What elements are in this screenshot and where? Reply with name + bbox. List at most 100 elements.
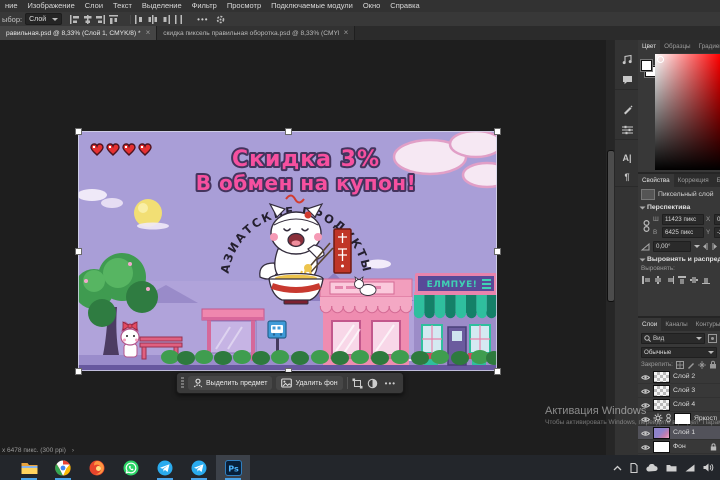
distribute-1-icon[interactable] bbox=[135, 14, 144, 24]
document-tab-0[interactable]: равильная.psd @ 8,33% (Слой 1, CMYK/8) *… bbox=[0, 26, 158, 40]
close-icon[interactable]: × bbox=[344, 29, 349, 37]
align-button-2[interactable] bbox=[666, 276, 674, 284]
distribute-3-icon[interactable] bbox=[161, 14, 171, 24]
lock-all-icon[interactable] bbox=[709, 360, 717, 369]
distribute-4-icon[interactable] bbox=[174, 14, 183, 24]
taskbar-firefox-icon[interactable] bbox=[80, 455, 114, 480]
gear-icon[interactable] bbox=[215, 14, 226, 25]
select-subject-button[interactable]: Выделить предмет bbox=[188, 376, 273, 390]
x-field[interactable]: 0 пи bbox=[714, 214, 720, 225]
align-top-icon[interactable] bbox=[109, 14, 119, 24]
saturation-gradient-field[interactable] bbox=[655, 54, 720, 170]
character-panel-icon[interactable]: A| bbox=[622, 154, 631, 163]
taskbar-chrome-icon[interactable] bbox=[46, 455, 80, 480]
align-icons-group[interactable] bbox=[70, 14, 119, 24]
chevron-down-icon[interactable] bbox=[694, 245, 700, 248]
align-button-4[interactable] bbox=[690, 276, 698, 284]
color-tab-1[interactable]: Образцы bbox=[660, 40, 694, 53]
transform-handle-nw[interactable] bbox=[75, 128, 82, 135]
layer-row-Слой 4[interactable]: Слой 4 bbox=[638, 398, 720, 412]
autoselect-target-dropdown[interactable]: Слой bbox=[25, 13, 63, 25]
align-button-3[interactable] bbox=[678, 276, 686, 284]
properties-tab-0[interactable]: Свойства bbox=[638, 174, 674, 187]
layer-row-Слой 2[interactable]: Слой 2 bbox=[638, 370, 720, 384]
angle-field[interactable]: 0,00° bbox=[653, 241, 691, 252]
align-button-0[interactable] bbox=[642, 276, 650, 284]
taskbar-telegram-2-icon[interactable] bbox=[182, 455, 216, 480]
layers-tab-2[interactable]: Контуры bbox=[692, 318, 720, 331]
tray-chevron-up-icon[interactable] bbox=[613, 465, 622, 471]
properties-tab-2[interactable]: Библиоте bbox=[713, 174, 720, 187]
layers-tab-0[interactable]: Слои bbox=[638, 318, 662, 331]
transform-handle-w[interactable] bbox=[75, 248, 82, 255]
menu-item-2[interactable]: Слои bbox=[80, 0, 108, 12]
transform-handle-se[interactable] bbox=[494, 368, 501, 375]
menu-item-8[interactable]: Окно bbox=[358, 0, 385, 12]
menu-item-7[interactable]: Подключаемые модули bbox=[266, 0, 358, 12]
drag-handle[interactable] bbox=[181, 377, 184, 389]
menu-item-3[interactable]: Текст bbox=[108, 0, 137, 12]
transform-handle-sw[interactable] bbox=[75, 368, 82, 375]
tray-network-icon[interactable] bbox=[685, 464, 695, 472]
taskbar-photoshop-icon[interactable]: Ps bbox=[216, 455, 250, 480]
transform-icon[interactable] bbox=[352, 378, 363, 389]
blend-mode-dropdown[interactable]: Обычные bbox=[641, 347, 717, 358]
layer-row-Яркость/Конт[interactable]: Яркость/Конт bbox=[638, 412, 720, 426]
section-chevron-icon[interactable] bbox=[639, 206, 646, 209]
adjustment-contrast-icon[interactable] bbox=[367, 378, 378, 389]
align-right-icon[interactable] bbox=[96, 14, 106, 24]
transform-handle-ne[interactable] bbox=[494, 128, 501, 135]
adjustment-sliders-icon[interactable] bbox=[621, 125, 633, 135]
layer-thumbnail[interactable] bbox=[653, 370, 670, 383]
color-tab-0[interactable]: Цвет bbox=[638, 40, 661, 53]
layers-tab-1[interactable]: Каналы bbox=[661, 318, 691, 331]
taskbar-telegram-icon[interactable] bbox=[148, 455, 182, 480]
section-chevron-icon[interactable] bbox=[639, 258, 646, 261]
layer-thumbnail[interactable] bbox=[653, 440, 670, 453]
menu-item-9[interactable]: Справка bbox=[385, 0, 424, 12]
lock-transparency-icon[interactable] bbox=[675, 360, 684, 369]
layer-row-Фон[interactable]: Фон bbox=[638, 440, 720, 454]
layer-row-Слой 1[interactable]: Слой 1 bbox=[638, 426, 720, 440]
link-dimensions-icon[interactable] bbox=[641, 219, 651, 233]
foreground-color-swatch[interactable] bbox=[641, 60, 652, 71]
layer-thumbnail[interactable] bbox=[653, 426, 670, 439]
layer-thumbnail[interactable] bbox=[653, 384, 670, 397]
y-field[interactable]: -21 п bbox=[714, 227, 720, 238]
lock-position-icon[interactable] bbox=[697, 360, 706, 369]
align-button-5[interactable] bbox=[702, 276, 710, 284]
layer-row-Слой 3[interactable]: Слой 3 bbox=[638, 384, 720, 398]
taskbar-explorer-icon[interactable] bbox=[12, 455, 46, 480]
eye-icon[interactable] bbox=[641, 438, 651, 456]
align-section-title[interactable]: Выровнять и распределить bbox=[647, 256, 720, 263]
document-canvas[interactable]: Скидка 3% В обмен на купон! ЕЛМПУЕ! АЗИА… bbox=[75, 128, 501, 375]
notes-icon[interactable] bbox=[622, 54, 633, 65]
layer-filter-dropdown[interactable]: Вид bbox=[641, 333, 705, 344]
pen-icon[interactable] bbox=[622, 104, 633, 115]
transform-section-title[interactable]: Перспектива bbox=[647, 204, 690, 211]
filter-toggle-icon[interactable] bbox=[708, 334, 717, 343]
width-field[interactable]: 11423 пикс bbox=[662, 214, 704, 225]
document-tab-1[interactable]: скидка пиксель правильная оборотка.psd @… bbox=[157, 26, 356, 40]
tray-cloud-icon[interactable] bbox=[646, 463, 658, 472]
close-icon[interactable]: × bbox=[146, 29, 151, 37]
color-swatches[interactable] bbox=[641, 60, 656, 78]
tray-folder-icon[interactable] bbox=[666, 464, 677, 472]
taskbar-whatsapp-icon[interactable] bbox=[114, 455, 148, 480]
menu-item-0[interactable]: ние bbox=[0, 0, 23, 12]
options-more-button[interactable]: ••• bbox=[197, 15, 208, 24]
height-field[interactable]: 6425 пикс bbox=[662, 227, 704, 238]
menu-item-4[interactable]: Выделение bbox=[137, 0, 187, 12]
status-chevron[interactable]: › bbox=[72, 447, 74, 454]
more-options-button[interactable]: ••• bbox=[382, 379, 399, 388]
lock-pixels-icon[interactable] bbox=[687, 361, 695, 369]
menu-item-5[interactable]: Фильтр bbox=[187, 0, 222, 12]
transform-handle-n[interactable] bbox=[284, 128, 292, 135]
tray-document-icon[interactable] bbox=[630, 462, 638, 473]
properties-tab-1[interactable]: Коррекция bbox=[674, 174, 713, 187]
align-button-1[interactable] bbox=[654, 276, 662, 284]
color-picker-ring[interactable] bbox=[657, 56, 664, 63]
remove-background-button[interactable]: Удалить фон bbox=[276, 376, 343, 390]
tray-volume-icon[interactable] bbox=[703, 463, 714, 472]
align-center-icon[interactable] bbox=[83, 14, 92, 24]
